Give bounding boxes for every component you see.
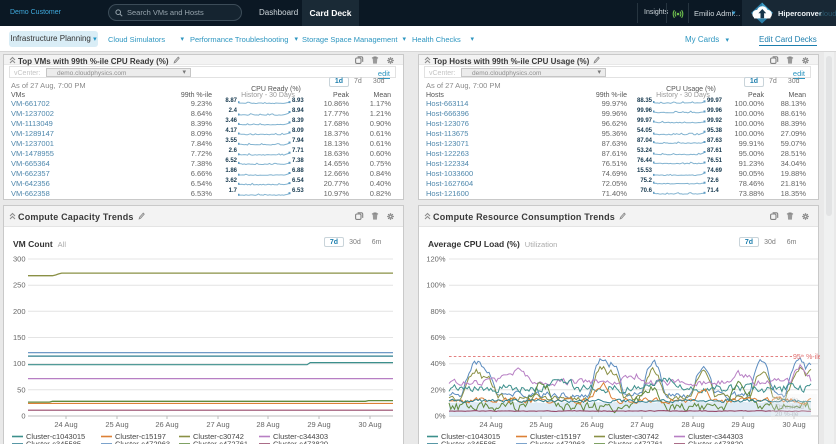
svg-text:200: 200: [13, 307, 26, 316]
svg-text:30 Aug: 30 Aug: [358, 420, 381, 429]
svg-text:Cluster-c472761: Cluster-c472761: [608, 440, 663, 444]
svg-text:100: 100: [13, 359, 26, 368]
svg-text:95th %-ile: 95th %-ile: [793, 353, 820, 362]
svg-text:25 Aug: 25 Aug: [105, 420, 128, 429]
svg-text:24 Aug: 24 Aug: [479, 420, 502, 429]
svg-text:28 Aug: 28 Aug: [256, 420, 279, 429]
svg-text:Cluster-c472761: Cluster-c472761: [193, 440, 248, 444]
svg-text:300: 300: [13, 255, 26, 264]
svg-text:cloud: cloud: [819, 9, 836, 18]
svg-text:150: 150: [13, 333, 26, 342]
svg-text:0%: 0%: [435, 412, 446, 421]
svg-text:50: 50: [17, 385, 25, 394]
svg-text:Cluster-c345585: Cluster-c345585: [441, 440, 496, 444]
svg-text:250: 250: [13, 281, 26, 290]
svg-text:Cluster-c345585: Cluster-c345585: [26, 440, 81, 444]
svg-text:29 Aug: 29 Aug: [731, 420, 754, 429]
svg-text:27 Aug: 27 Aug: [630, 420, 653, 429]
svg-text:25 Aug: 25 Aug: [529, 420, 552, 429]
svg-text:20%: 20%: [430, 385, 445, 394]
svg-text:100%: 100%: [426, 281, 446, 290]
svg-text:Threshold: Threshold: [775, 404, 804, 411]
svg-text:Cluster-c473820: Cluster-c473820: [688, 440, 743, 444]
svg-text:Cluster-c472963: Cluster-c472963: [530, 440, 585, 444]
svg-text:28 Aug: 28 Aug: [681, 420, 704, 429]
svg-text:25 %-ile: 25 %-ile: [775, 397, 799, 404]
svg-text:Cluster-c473820: Cluster-c473820: [273, 440, 328, 444]
svg-text:20 %-ile: 20 %-ile: [775, 411, 799, 418]
svg-text:Cluster-c472963: Cluster-c472963: [115, 440, 170, 444]
svg-text:24 Aug: 24 Aug: [54, 420, 77, 429]
svg-text:27 Aug: 27 Aug: [206, 420, 229, 429]
svg-text:30 Aug: 30 Aug: [782, 420, 805, 429]
svg-text:Hiperconver: Hiperconver: [778, 9, 822, 18]
svg-text:0: 0: [21, 412, 25, 421]
svg-text:29 Aug: 29 Aug: [307, 420, 330, 429]
svg-text:120%: 120%: [426, 255, 446, 264]
svg-text:26 Aug: 26 Aug: [155, 420, 178, 429]
svg-text:26 Aug: 26 Aug: [580, 420, 603, 429]
svg-text:80%: 80%: [430, 307, 445, 316]
svg-text:40%: 40%: [430, 359, 445, 368]
svg-text:60%: 60%: [430, 333, 445, 342]
